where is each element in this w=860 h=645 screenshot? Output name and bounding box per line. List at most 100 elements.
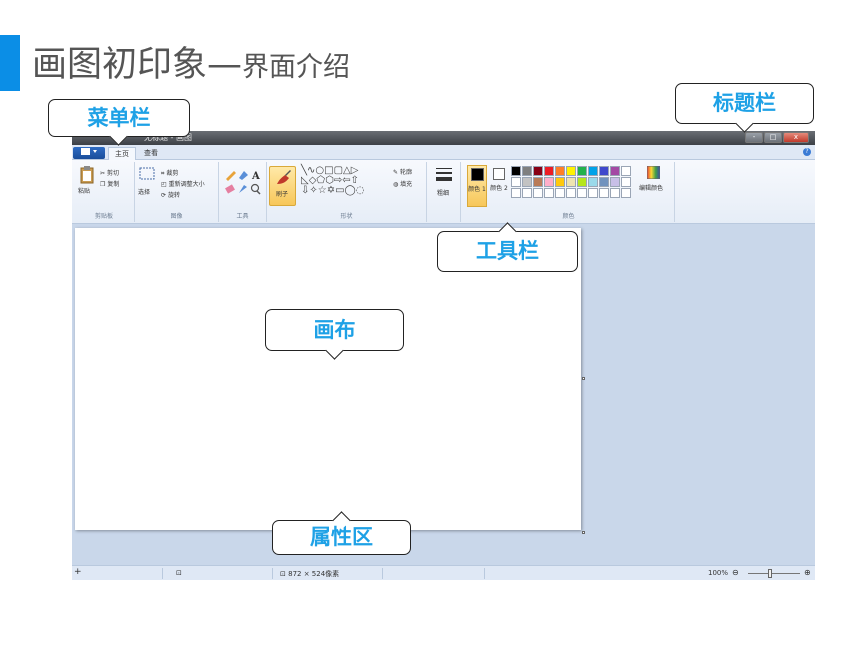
slide: 画图初印象—界面介绍 无标题 - 画图 - □ x 主页 查看 ? 粘贴 ✂ 剪… (0, 0, 860, 645)
color-swatch[interactable] (599, 166, 609, 176)
zoom-slider-track[interactable] (748, 573, 800, 574)
group-label-image: 图像 (170, 213, 183, 220)
color-swatch[interactable] (544, 188, 554, 198)
brush-icon (277, 170, 291, 184)
window-controls: - □ x (745, 132, 809, 143)
fill-icon: ◍ (393, 181, 399, 188)
color-swatch[interactable] (522, 188, 532, 198)
paint-menu-button[interactable] (73, 147, 105, 159)
rotate-icon: ⟳ (161, 192, 167, 199)
color-swatch[interactable] (577, 166, 587, 176)
minimize-button[interactable]: - (745, 132, 763, 143)
line-size-icon[interactable] (436, 167, 452, 183)
color-swatch[interactable] (566, 166, 576, 176)
color2-button[interactable]: 颜色 2 (490, 165, 508, 207)
color1-button[interactable]: 颜色 1 (467, 165, 487, 207)
crop-label: 裁剪 (166, 170, 179, 177)
color-swatch[interactable] (522, 166, 532, 176)
color-swatch[interactable] (588, 177, 598, 187)
fill-label: 填充 (400, 181, 413, 188)
selection-size-icon: ⊡ (176, 569, 182, 577)
group-clipboard: 粘贴 ✂ 剪切 ❐ 复制 剪贴板 (74, 162, 135, 222)
select-label[interactable]: 选择 (138, 187, 150, 196)
zoom-level: 100% (708, 569, 729, 577)
resize-button[interactable]: ◰ 重新调整大小 (161, 179, 205, 188)
zoom-in-icon[interactable]: ⊕ (804, 568, 811, 577)
color-swatch[interactable] (621, 188, 631, 198)
slide-title-dash: — (207, 45, 243, 85)
outline-label: 轮廓 (399, 169, 412, 176)
cursor-position-icon: + (74, 567, 82, 577)
color-swatch[interactable] (577, 177, 587, 187)
color-swatch[interactable] (511, 177, 521, 187)
color-swatch[interactable] (533, 188, 543, 198)
status-divider (382, 568, 383, 579)
color-swatch[interactable] (588, 188, 598, 198)
group-label-shapes: 形状 (340, 213, 353, 220)
maximize-button[interactable]: □ (764, 132, 782, 143)
callout-properties: 属性区 (272, 520, 411, 555)
color-swatch[interactable] (511, 188, 521, 198)
help-icon[interactable]: ? (803, 148, 811, 156)
color-swatch[interactable] (555, 188, 565, 198)
color-swatch[interactable] (555, 177, 565, 187)
copy-button[interactable]: ❐ 复制 (100, 179, 119, 188)
ribbon-toolbar: 粘贴 ✂ 剪切 ❐ 复制 剪贴板 选择 ⌗ 裁剪 ◰ 重新调整大小 ⟳ 旋转 图… (72, 160, 815, 224)
select-icon[interactable] (139, 167, 155, 180)
copy-icon: ❐ (100, 181, 106, 188)
fill-button[interactable]: ◍ 填充 (393, 179, 412, 188)
group-size: 粗细 (427, 162, 461, 222)
color-swatch[interactable] (544, 166, 554, 176)
outline-button[interactable]: ✎ 轮廓 (393, 167, 412, 176)
color-swatch[interactable] (621, 166, 631, 176)
shape-gallery[interactable]: ╲∿○□▢△▷ ◺◇⬠⬡⇨⇦⇧ ⇩✧☆✡▭◯◌ (301, 166, 387, 196)
canvas-size-status: ⊡ 872 × 524像素 (280, 569, 339, 579)
color-swatch[interactable] (533, 166, 543, 176)
color-swatch[interactable] (610, 177, 620, 187)
group-label-clipboard: 剪贴板 (94, 213, 113, 220)
shape-row-3: ⇩✧☆✡▭◯◌ (301, 185, 365, 196)
canvas-size-icon: ⊡ (280, 570, 286, 578)
drawing-canvas[interactable] (75, 228, 585, 534)
callout-menu-bar: 菜单栏 (48, 99, 190, 137)
title-accent-bar (0, 35, 20, 91)
size-label[interactable]: 粗细 (437, 188, 449, 197)
color-swatch[interactable] (588, 166, 598, 176)
canvas-resize-handle-corner[interactable] (582, 531, 585, 534)
color2-label: 颜色 2 (490, 185, 508, 192)
color-swatch[interactable] (533, 177, 543, 187)
color-swatch[interactable] (544, 177, 554, 187)
canvas-resize-handle-right[interactable] (582, 377, 585, 380)
group-shapes: 刷子 ╲∿○□▢△▷ ◺◇⬠⬡⇨⇦⇧ ⇩✧☆✡▭◯◌ ✎ 轮廓 ◍ 填充 形状 (267, 162, 427, 222)
cut-button[interactable]: ✂ 剪切 (100, 168, 119, 177)
brushes-button[interactable]: 刷子 (269, 166, 296, 206)
status-divider (162, 568, 163, 579)
color-swatch[interactable] (621, 177, 631, 187)
color-swatch[interactable] (577, 188, 587, 198)
zoom-slider-thumb[interactable] (768, 569, 772, 578)
color-swatch[interactable] (610, 166, 620, 176)
group-tools: A 工具 (219, 162, 267, 222)
color-swatch[interactable] (599, 188, 609, 198)
status-bar: + ⊡ ⊡ 872 × 524像素 100% ⊖ ⊕ (72, 565, 815, 580)
edit-colors-button[interactable]: 编辑颜色 (639, 166, 669, 200)
color-palette (511, 166, 631, 198)
color-swatch[interactable] (610, 188, 620, 198)
paste-label[interactable]: 粘贴 (78, 186, 90, 195)
color-swatch[interactable] (566, 188, 576, 198)
tab-view[interactable]: 查看 (138, 147, 164, 160)
color-swatch[interactable] (566, 177, 576, 187)
zoom-out-icon[interactable]: ⊖ (732, 568, 739, 577)
crop-button[interactable]: ⌗ 裁剪 (161, 168, 178, 178)
tab-home[interactable]: 主页 (108, 147, 136, 160)
paste-icon[interactable] (80, 166, 94, 184)
color-swatch[interactable] (555, 166, 565, 176)
color-swatch[interactable] (599, 177, 609, 187)
color-swatch[interactable] (511, 166, 521, 176)
color-swatch[interactable] (522, 177, 532, 187)
tools-icons[interactable]: A (224, 168, 262, 196)
rotate-button[interactable]: ⟳ 旋转 (161, 190, 180, 199)
resize-icon: ◰ (161, 181, 167, 188)
close-button[interactable]: x (783, 132, 809, 143)
callout-toolbar: 工具栏 (437, 231, 578, 272)
